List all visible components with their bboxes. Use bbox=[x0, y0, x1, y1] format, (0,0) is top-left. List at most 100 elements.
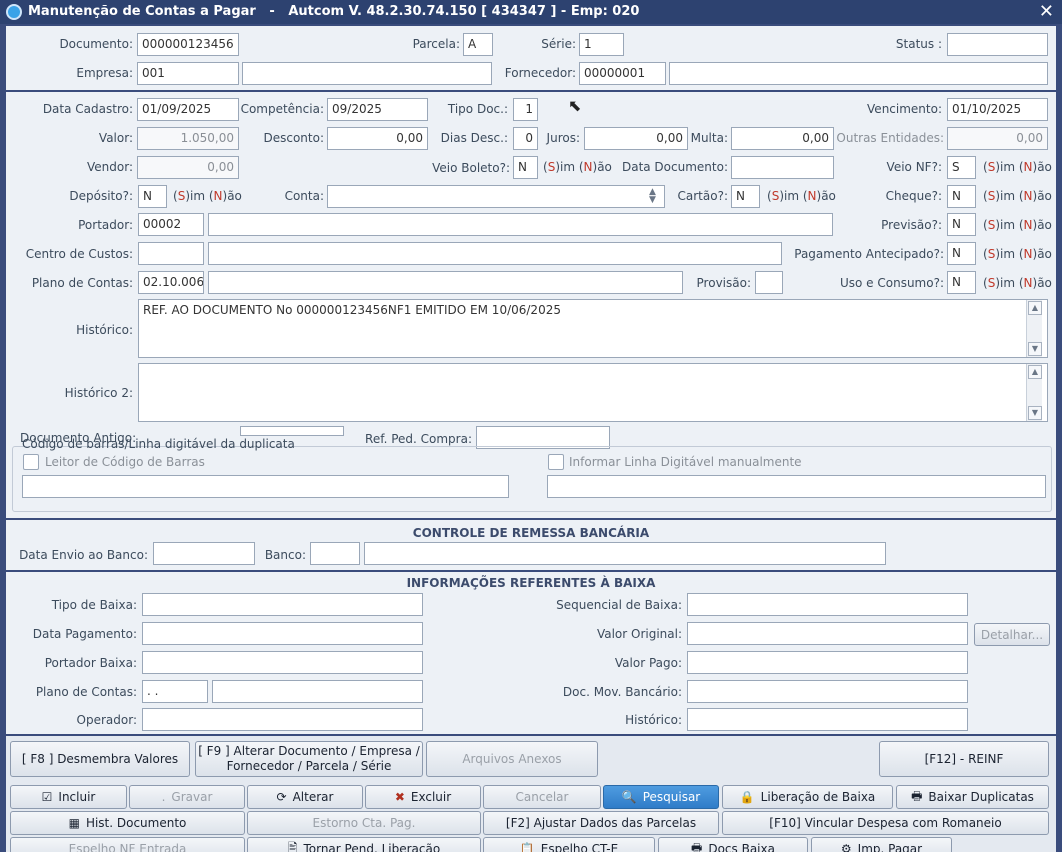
espelho-nf-button[interactable]: Espelho NF Entrada bbox=[10, 837, 245, 852]
vendor-field[interactable]: 0,00 bbox=[137, 156, 239, 179]
plano-field[interactable]: 02.10.006 bbox=[138, 271, 204, 294]
historico-textarea[interactable]: REF. AO DOCUMENTO No 000000123456NF1 EMI… bbox=[138, 299, 1048, 358]
espelho-cte-button[interactable]: 📋 Espelho CT-E bbox=[483, 837, 655, 852]
data-pag-field[interactable] bbox=[142, 622, 423, 645]
cartao-field[interactable]: N bbox=[731, 185, 760, 208]
tipo-doc-field[interactable]: 1 bbox=[513, 98, 538, 121]
empresa-field[interactable]: 001 bbox=[137, 62, 239, 85]
banco-nome-field[interactable] bbox=[364, 542, 886, 565]
parcela-field[interactable]: A bbox=[463, 33, 493, 56]
juros-field[interactable]: 0,00 bbox=[584, 127, 688, 150]
plano-baixa-nome-field[interactable] bbox=[212, 680, 423, 703]
competencia-field[interactable]: 09/2025 bbox=[327, 98, 428, 121]
gravar-button[interactable]: . Gravar bbox=[129, 785, 245, 809]
uso-consumo-field[interactable]: N bbox=[947, 271, 976, 294]
veio-boleto-field[interactable]: N bbox=[513, 156, 538, 179]
plano-baixa-field[interactable]: . . bbox=[142, 680, 208, 703]
valor-original-field[interactable] bbox=[687, 622, 968, 645]
close-icon[interactable]: ✕ bbox=[1039, 1, 1054, 22]
espelho-cte-label: Espelho CT-E bbox=[540, 842, 619, 852]
pag-antecipado-field[interactable]: N bbox=[947, 242, 976, 265]
portador-field[interactable]: 00002 bbox=[138, 213, 204, 236]
doc-antigo-field[interactable] bbox=[240, 426, 344, 436]
portador-nome-field[interactable] bbox=[208, 213, 833, 236]
leitor-field[interactable] bbox=[22, 475, 509, 498]
previsao-field[interactable]: N bbox=[947, 213, 976, 236]
data-envio-label: Data Envio ao Banco: bbox=[19, 548, 148, 562]
tipo-baixa-field[interactable] bbox=[142, 593, 423, 616]
plano-nome-field[interactable] bbox=[208, 271, 683, 294]
cancelar-button[interactable]: Cancelar bbox=[483, 785, 601, 809]
f9-button[interactable]: [ F9 ] Alterar Documento / Empresa / For… bbox=[195, 741, 423, 777]
fornecedor-field[interactable]: 00000001 bbox=[579, 62, 666, 85]
dias-desc-field[interactable]: 0 bbox=[513, 127, 538, 150]
provisao-field[interactable] bbox=[755, 271, 783, 294]
f12-button[interactable]: [F12] - REINF bbox=[879, 741, 1049, 777]
f2-button[interactable]: [F2] Ajustar Dados das Parcelas bbox=[483, 811, 719, 835]
imp-pagar-button[interactable]: ⚙ Imp. Pagar bbox=[811, 837, 952, 852]
vencimento-field[interactable]: 01/10/2025 bbox=[947, 98, 1048, 121]
cheque-field[interactable]: N bbox=[947, 185, 976, 208]
banco-field[interactable] bbox=[310, 542, 360, 565]
doc-mov-field[interactable] bbox=[687, 680, 968, 703]
sequencial-field[interactable] bbox=[687, 593, 968, 616]
cheque-hint: (S)im (N)ão bbox=[983, 189, 1052, 203]
anexos-button[interactable]: Arquivos Anexos bbox=[426, 741, 598, 777]
spinner-icon[interactable]: ▲ ▼ bbox=[649, 188, 656, 205]
centro-label: Centro de Custos: bbox=[25, 247, 133, 261]
empresa-nome-field[interactable] bbox=[242, 62, 492, 85]
conta-select[interactable] bbox=[327, 185, 665, 208]
excluir-button[interactable]: ✖ Excluir bbox=[365, 785, 481, 809]
incluir-label: Incluir bbox=[58, 790, 96, 804]
manual-checkbox[interactable] bbox=[548, 454, 564, 470]
documento-label: Documento: bbox=[59, 37, 133, 51]
data-cadastro-field[interactable]: 01/09/2025 bbox=[137, 98, 239, 121]
scroll-up-icon[interactable]: ▲ bbox=[1028, 301, 1042, 315]
serie-field[interactable]: 1 bbox=[579, 33, 624, 56]
portador-baixa-field[interactable] bbox=[142, 651, 423, 674]
documento-field[interactable]: 000000123456 bbox=[137, 33, 239, 56]
manual-field[interactable] bbox=[547, 475, 1046, 498]
historico2-scrollbar[interactable]: ▲ ▼ bbox=[1026, 364, 1042, 421]
liberacao-button[interactable]: 🔒 Liberação de Baixa bbox=[722, 785, 893, 809]
alterar-button[interactable]: ⟳ Alterar bbox=[247, 785, 363, 809]
baixar-button[interactable]: 🖶 Baixar Duplicatas bbox=[896, 785, 1049, 809]
docs-baixa-button[interactable]: 🖶 Docs Baixa bbox=[658, 837, 808, 852]
centro-field[interactable] bbox=[138, 242, 204, 265]
scroll-up-icon[interactable]: ▲ bbox=[1028, 365, 1042, 379]
valor-field[interactable]: 1.050,00 bbox=[137, 127, 239, 150]
provisao-label: Provisão: bbox=[696, 276, 751, 290]
tornar-button[interactable]: 🖹 Tornar Pend. Liberação bbox=[247, 837, 481, 852]
pesquisar-button[interactable]: 🔍 Pesquisar bbox=[603, 785, 719, 809]
veio-nf-field[interactable]: S bbox=[947, 156, 976, 179]
historico-scrollbar[interactable]: ▲ ▼ bbox=[1026, 300, 1042, 357]
title-bar: Manutenção de Contas a Pagar - Autcom V.… bbox=[0, 0, 1062, 24]
incluir-button[interactable]: ☑ Incluir bbox=[10, 785, 127, 809]
historico-baixa-field[interactable] bbox=[687, 708, 968, 731]
desconto-field[interactable]: 0,00 bbox=[327, 127, 428, 150]
outras-field[interactable]: 0,00 bbox=[947, 127, 1048, 150]
hist-button[interactable]: ▦ Hist. Documento bbox=[10, 811, 245, 835]
detalhar-button[interactable]: Detalhar... bbox=[974, 623, 1050, 646]
historico2-textarea[interactable] bbox=[138, 363, 1048, 422]
leitor-checkbox[interactable] bbox=[23, 454, 39, 470]
multa-field[interactable]: 0,00 bbox=[731, 127, 834, 150]
data-documento-field[interactable] bbox=[731, 156, 834, 179]
scroll-down-icon[interactable]: ▼ bbox=[1028, 342, 1042, 356]
estorno-button[interactable]: Estorno Cta. Pag. bbox=[247, 811, 481, 835]
veio-boleto-hint: (S)im (N)ão bbox=[543, 160, 612, 174]
centro-nome-field[interactable] bbox=[208, 242, 782, 265]
vencimento-label: Vencimento: bbox=[867, 102, 942, 116]
scroll-down-icon[interactable]: ▼ bbox=[1028, 406, 1042, 420]
data-envio-field[interactable] bbox=[153, 542, 255, 565]
data-cadastro-label: Data Cadastro: bbox=[42, 102, 133, 116]
valor-pago-field[interactable] bbox=[687, 651, 968, 674]
deposito-field[interactable]: N bbox=[138, 185, 167, 208]
f10-button[interactable]: [F10] Vincular Despesa com Romaneio bbox=[722, 811, 1049, 835]
status-field[interactable] bbox=[947, 33, 1048, 56]
portador-label: Portador: bbox=[78, 218, 133, 232]
fornecedor-nome-field[interactable] bbox=[669, 62, 1048, 85]
outras-label: Outras Entidades: bbox=[836, 131, 944, 145]
f8-button[interactable]: [ F8 ] Desmembra Valores bbox=[10, 741, 190, 777]
operador-field[interactable] bbox=[142, 708, 423, 731]
